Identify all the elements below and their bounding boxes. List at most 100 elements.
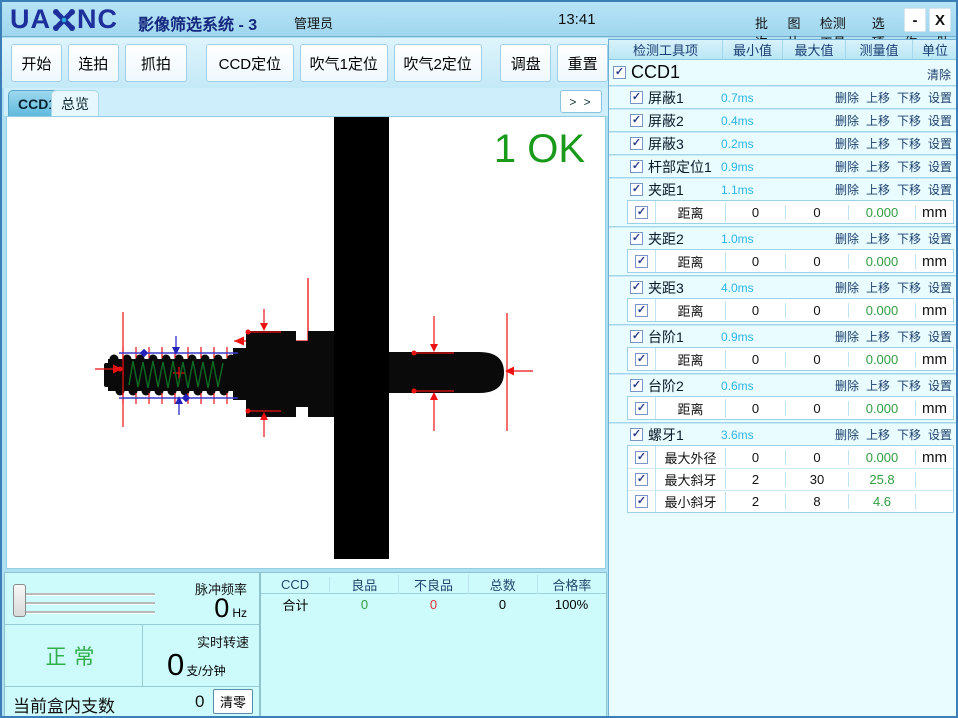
settings-link[interactable]: 设置 xyxy=(928,328,952,345)
move-down-link[interactable]: 下移 xyxy=(897,89,921,106)
settings-link[interactable]: 设置 xyxy=(928,158,952,175)
move-down-link[interactable]: 下移 xyxy=(897,158,921,175)
tool-label: 螺牙1 xyxy=(648,425,684,445)
move-up-link[interactable]: 上移 xyxy=(866,377,890,394)
measure-box: 最大外径 0 0 0.000 mm 最大斜牙 2 30 25.8 最小斜牙 2 … xyxy=(627,445,954,513)
checkbox[interactable] xyxy=(635,473,648,486)
delete-link[interactable]: 删除 xyxy=(835,135,859,152)
move-up-link[interactable]: 上移 xyxy=(866,112,890,129)
measure-unit: mm xyxy=(916,351,953,368)
part-silhouette xyxy=(104,331,504,417)
settings-link[interactable]: 设置 xyxy=(928,89,952,106)
checkbox[interactable] xyxy=(635,495,648,508)
checkbox[interactable] xyxy=(635,451,648,464)
move-down-link[interactable]: 下移 xyxy=(897,377,921,394)
settings-link[interactable]: 设置 xyxy=(928,112,952,129)
delete-link[interactable]: 删除 xyxy=(835,112,859,129)
move-up-link[interactable]: 上移 xyxy=(866,135,890,152)
measure-max: 30 xyxy=(786,472,849,487)
tool-row-shield-1: 屏蔽1 0.7ms 删除上移下移设置 xyxy=(609,87,957,108)
snapshot-button[interactable]: 抓拍 xyxy=(125,44,188,82)
delete-link[interactable]: 删除 xyxy=(835,279,859,296)
close-button[interactable]: X xyxy=(929,8,951,32)
move-down-link[interactable]: 下移 xyxy=(897,181,921,198)
adjust-tray-button[interactable]: 调盘 xyxy=(500,44,551,82)
checkbox[interactable] xyxy=(613,66,626,79)
move-up-link[interactable]: 上移 xyxy=(866,230,890,247)
expand-panel-button[interactable]: > > xyxy=(560,90,602,113)
settings-link[interactable]: 设置 xyxy=(928,426,952,443)
tool-row-step-1: 台阶1 0.9ms 删除上移下移设置 xyxy=(609,326,957,347)
checkbox[interactable] xyxy=(630,428,643,441)
delete-link[interactable]: 删除 xyxy=(835,328,859,345)
checkbox[interactable] xyxy=(630,91,643,104)
tab-overview[interactable]: 总览 xyxy=(51,90,99,116)
checkbox[interactable] xyxy=(630,232,643,245)
move-up-link[interactable]: 上移 xyxy=(866,89,890,106)
tool-time: 0.2ms xyxy=(721,137,754,151)
inspection-status: 1 OK xyxy=(494,127,585,172)
tool-time: 0.4ms xyxy=(721,114,754,128)
move-up-link[interactable]: 上移 xyxy=(866,279,890,296)
measure-name: 距离 xyxy=(656,301,726,320)
ccd-position-button[interactable]: CCD定位 xyxy=(206,44,294,82)
delete-link[interactable]: 删除 xyxy=(835,181,859,198)
delete-link[interactable]: 删除 xyxy=(835,158,859,175)
stats-total-row: 合计 0 0 0 100% xyxy=(261,594,606,614)
tool-row-thread-1: 螺牙1 3.6ms 删除上移下移设置 xyxy=(609,424,957,445)
tool-time: 3.6ms xyxy=(721,428,754,442)
burst-shot-button[interactable]: 连拍 xyxy=(68,44,119,82)
checkbox[interactable] xyxy=(635,304,648,317)
checkbox[interactable] xyxy=(630,137,643,150)
checkbox[interactable] xyxy=(630,183,643,196)
move-down-link[interactable]: 下移 xyxy=(897,112,921,129)
tool-group-ccd1: CCD1 清除 xyxy=(609,60,957,85)
move-up-link[interactable]: 上移 xyxy=(866,158,890,175)
checkbox[interactable] xyxy=(635,353,648,366)
measure-min: 0 xyxy=(726,401,786,416)
pulse-frequency-value: 0 xyxy=(214,593,229,624)
measure-row-distance: 距离 0 0 0.000 mm xyxy=(628,397,953,419)
settings-link[interactable]: 设置 xyxy=(928,279,952,296)
checkbox[interactable] xyxy=(630,114,643,127)
blow2-position-button[interactable]: 吹气2定位 xyxy=(394,44,482,82)
measure-min: 0 xyxy=(726,254,786,269)
pulse-frequency-unit: Hz xyxy=(232,606,247,620)
checkbox[interactable] xyxy=(630,330,643,343)
move-up-link[interactable]: 上移 xyxy=(866,328,890,345)
logo-text-left: UA xyxy=(10,4,51,35)
stats-header-good: 良品 xyxy=(330,575,399,594)
clear-count-button[interactable]: 清零 xyxy=(213,689,253,714)
minimize-button[interactable]: - xyxy=(904,8,926,32)
measure-max: 0 xyxy=(786,401,849,416)
clear-link[interactable]: 清除 xyxy=(927,66,951,83)
slider-handle[interactable] xyxy=(13,584,26,617)
blow1-position-button[interactable]: 吹气1定位 xyxy=(300,44,388,82)
checkbox[interactable] xyxy=(630,379,643,392)
move-up-link[interactable]: 上移 xyxy=(866,426,890,443)
move-down-link[interactable]: 下移 xyxy=(897,135,921,152)
checkbox[interactable] xyxy=(630,160,643,173)
measure-min: 2 xyxy=(726,472,786,487)
reset-button[interactable]: 重置 xyxy=(557,44,608,82)
col-measured: 测量值 xyxy=(846,40,913,59)
checkbox[interactable] xyxy=(635,402,648,415)
move-up-link[interactable]: 上移 xyxy=(866,181,890,198)
delete-link[interactable]: 删除 xyxy=(835,89,859,106)
settings-link[interactable]: 设置 xyxy=(928,135,952,152)
move-down-link[interactable]: 下移 xyxy=(897,230,921,247)
delete-link[interactable]: 删除 xyxy=(835,377,859,394)
tool-time: 0.7ms xyxy=(721,91,754,105)
start-button[interactable]: 开始 xyxy=(11,44,62,82)
move-down-link[interactable]: 下移 xyxy=(897,426,921,443)
checkbox[interactable] xyxy=(635,255,648,268)
move-down-link[interactable]: 下移 xyxy=(897,328,921,345)
delete-link[interactable]: 删除 xyxy=(835,426,859,443)
delete-link[interactable]: 删除 xyxy=(835,230,859,247)
settings-link[interactable]: 设置 xyxy=(928,377,952,394)
checkbox[interactable] xyxy=(630,281,643,294)
move-down-link[interactable]: 下移 xyxy=(897,279,921,296)
settings-link[interactable]: 设置 xyxy=(928,181,952,198)
settings-link[interactable]: 设置 xyxy=(928,230,952,247)
checkbox[interactable] xyxy=(635,206,648,219)
